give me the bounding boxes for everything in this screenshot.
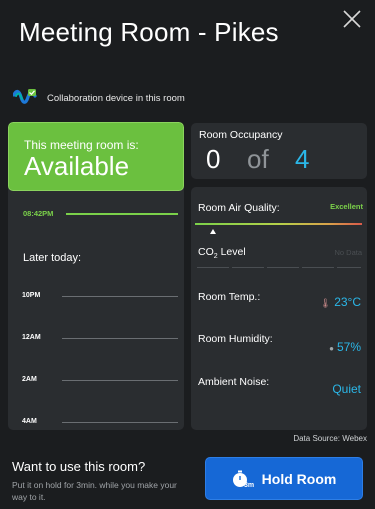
occupancy-count: 0 [206, 144, 221, 174]
humidity-value: ● 57% [329, 340, 361, 354]
collaboration-device-label: Collaboration device in this room [47, 92, 185, 104]
cta-description: Put it on hold for 3min. while you make … [12, 480, 177, 502]
hold-room-button[interactable]: 3m Hold Room [205, 457, 363, 500]
co2-value: No Data [334, 248, 362, 257]
co2-segment [337, 267, 361, 268]
time-slot-line [62, 296, 178, 297]
time-slot-line [62, 422, 178, 423]
co2-segment [302, 267, 334, 268]
noise-label: Ambient Noise: [198, 376, 270, 388]
temperature-value: 🌡 23°C [319, 295, 361, 309]
current-time: 08:42PM [23, 209, 54, 218]
droplet-icon: ● [329, 344, 334, 353]
air-quality-bar [195, 223, 362, 225]
schedule-panel: This meeting room is: Available 08:42PM … [8, 122, 184, 430]
co2-segment [267, 267, 299, 268]
co2-segment [232, 267, 264, 268]
data-source: Data Source: Webex [293, 434, 367, 443]
occupancy-card: Room Occupancy 0 of 4 [191, 123, 367, 179]
availability-label: This meeting room is: [24, 138, 139, 152]
co2-segment [197, 267, 229, 268]
noise-value: Quiet [332, 382, 361, 396]
time-slot-line [62, 380, 178, 381]
time-slot-label: 10PM [22, 292, 41, 299]
svg-text:3m: 3m [244, 482, 254, 489]
time-slot-label: 12AM [22, 334, 41, 341]
air-quality-label: Room Air Quality: [198, 202, 280, 214]
co2-label: CO2 Level [198, 246, 246, 261]
co2-marker [210, 229, 216, 234]
time-slot-line [62, 338, 178, 339]
temperature-icon: 🌡 [319, 298, 332, 308]
air-quality-value: Excellent [330, 202, 363, 211]
cta-title: Want to use this room? [12, 459, 146, 474]
hold-room-label: Hold Room [261, 470, 337, 487]
collaboration-device-row: Collaboration device in this room [12, 87, 185, 109]
humidity-label: Room Humidity: [198, 333, 273, 345]
later-today-label: Later today: [23, 252, 82, 264]
timer-icon: 3m [232, 469, 254, 489]
webex-icon [12, 88, 37, 108]
page-title: Meeting Room - Pikes [19, 17, 279, 47]
close-icon[interactable] [341, 8, 363, 30]
time-slot-label: 2AM [22, 376, 37, 383]
occupancy-of: of [247, 144, 269, 174]
temperature-label: Room Temp.: [198, 291, 261, 303]
availability-card: This meeting room is: Available [8, 122, 184, 191]
time-slot-label: 4AM [22, 418, 37, 425]
occupancy-capacity: 4 [295, 144, 310, 174]
occupancy-label: Room Occupancy [199, 129, 283, 141]
environment-panel: Room Air Quality: Excellent CO2 Level No… [191, 187, 367, 430]
current-time-line [66, 213, 178, 215]
availability-status: Available [24, 151, 130, 181]
